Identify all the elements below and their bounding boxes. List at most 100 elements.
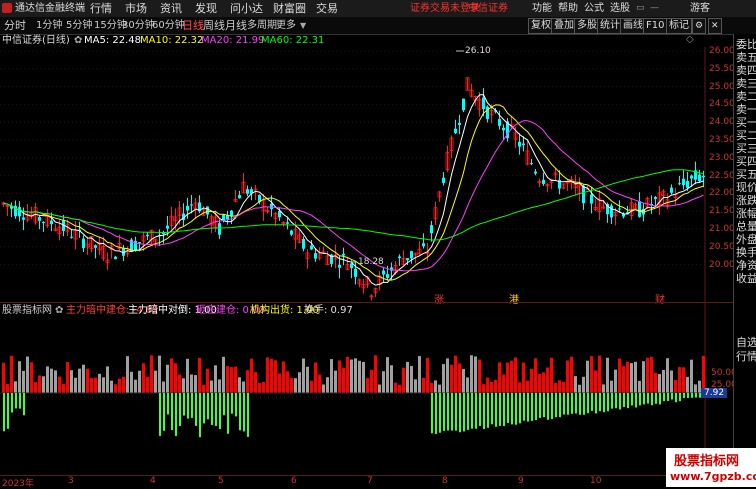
indicator-bar: [298, 372, 301, 393]
tab-period-60min[interactable]: 60分钟: [152, 18, 185, 33]
indicator-bar: [262, 381, 265, 393]
indicator-neg-bar: [651, 393, 653, 406]
indicator-bar: [222, 356, 225, 393]
minimize-icon[interactable]: ▭: [636, 1, 645, 16]
tab-period-monthly[interactable]: 月线: [225, 18, 247, 33]
indicator-bar: [202, 384, 205, 393]
indicator-hs: 换手: 0.97: [304, 305, 353, 316]
menu-function[interactable]: 功能: [532, 1, 552, 16]
indicator-neg-bar: [503, 393, 505, 427]
menu-item-discover[interactable]: 发现: [195, 1, 217, 16]
indicator-bar: [122, 376, 125, 393]
indicator-bar: [242, 381, 245, 393]
indicator-bar: [10, 355, 13, 393]
indicator-neg-bar: [223, 393, 225, 416]
toolbar-settings-icon[interactable]: ⚙: [692, 18, 707, 34]
indicator-settings-icon[interactable]: ✿: [55, 304, 63, 317]
indicator-neg-bar: [239, 393, 241, 431]
indicator-bar: [170, 358, 173, 393]
tab-period-5min[interactable]: 5分钟: [66, 18, 92, 33]
indicator-bar: [498, 362, 501, 393]
indicator-neg-bar: [539, 393, 541, 418]
stock-name: 中信证券(日线): [2, 35, 70, 46]
candle-body: [342, 253, 345, 256]
menu-help[interactable]: 帮助: [558, 1, 578, 16]
candle-body: [690, 175, 693, 179]
broker-name[interactable]: 中信证券: [468, 1, 508, 16]
indicator-bar: [646, 357, 649, 393]
ma-settings-icon[interactable]: ✿: [74, 34, 82, 47]
date-label: 10: [590, 476, 602, 486]
tab-period-30min[interactable]: 30分钟: [122, 18, 155, 33]
indicator-bar: [550, 357, 553, 393]
indicator-bar: [38, 375, 41, 393]
menu-formula[interactable]: 公式: [584, 1, 604, 16]
order-book-label: 买五: [736, 168, 756, 181]
indicator-neg-bar: [459, 393, 461, 433]
indicator-bar: [82, 364, 85, 393]
indicator-bar: [466, 377, 469, 393]
indicator-bar: [162, 381, 165, 393]
chart-maximize-icon[interactable]: ◇: [686, 33, 694, 46]
mark-button[interactable]: 标记: [666, 18, 692, 34]
indicator-neg-bar: [595, 393, 597, 414]
menu-item-market[interactable]: 市场: [125, 1, 147, 16]
indicator-neg-bar: [227, 393, 229, 434]
event-marker-finance[interactable]: 财: [655, 291, 665, 306]
tab-period-1min[interactable]: 1分钟: [36, 18, 62, 33]
guest-label[interactable]: 游客: [690, 1, 710, 16]
indicator-bar: [434, 380, 437, 393]
menu-item-wealth[interactable]: 财富圈: [273, 1, 306, 16]
f10-button[interactable]: F10: [643, 18, 668, 34]
indicator-neg-bar: [199, 393, 201, 438]
indicator-neg-bar: [507, 393, 509, 424]
indicator-bar: [90, 377, 93, 393]
indicator-bar: [606, 357, 609, 393]
menu-item-trade[interactable]: 交易: [316, 1, 338, 16]
indicator-bar: [338, 360, 341, 393]
indicator-bar: [678, 367, 681, 393]
toolbar-close-icon[interactable]: ✕: [708, 18, 722, 34]
indicator-bar: [686, 376, 689, 393]
indicator-neg-bar: [659, 393, 661, 405]
ma20-line: [3, 120, 704, 272]
side-tab[interactable]: 自选: [736, 336, 756, 349]
side-tab[interactable]: 行情: [736, 350, 756, 363]
price-axis-label: 20.50: [709, 241, 735, 252]
menu-select[interactable]: 选股: [610, 1, 630, 16]
indicator-bar: [530, 368, 533, 393]
candlestick-series: [1, 77, 705, 301]
candle-body: [42, 221, 45, 223]
indicator-neg-bar: [491, 393, 493, 425]
candle-body: [698, 174, 701, 182]
price-axis-label: 23.00: [709, 152, 735, 163]
tab-period-multi[interactable]: 多周期: [247, 18, 277, 33]
indicator-bar: [230, 366, 233, 393]
price-axis-label: 25.50: [709, 63, 735, 74]
indicator-neg-bar: [671, 393, 673, 400]
more-dropdown-icon[interactable]: ▼: [300, 18, 306, 33]
candle-body: [82, 238, 85, 249]
menu-item-quotes[interactable]: 行情: [90, 1, 112, 16]
ma5-label: MA5: 22.48: [84, 35, 142, 46]
high-price-label: 26.10: [465, 46, 491, 56]
order-book-label: 卖五: [736, 51, 756, 64]
indicator-bar: [50, 368, 53, 393]
candle-body: [218, 223, 221, 235]
menu-item-ask[interactable]: 问小达: [230, 1, 263, 16]
indicator-bar: [486, 377, 489, 393]
indicator-neg-bar: [183, 393, 185, 416]
indicator-neg-bar: [167, 393, 169, 415]
event-marker-limit-up[interactable]: 涨: [434, 291, 444, 306]
indicator-bar: [22, 370, 25, 393]
tab-period-more[interactable]: 更多: [276, 18, 296, 33]
indicator-bar: [470, 355, 473, 393]
ma-lines: [3, 94, 704, 286]
tab-period-daily[interactable]: 日线: [182, 18, 204, 33]
tab-period-intraday[interactable]: 分时: [4, 18, 26, 33]
indicator-name[interactable]: 股票指标网: [2, 304, 52, 317]
menu-item-news[interactable]: 资讯: [160, 1, 182, 16]
tab-period-weekly[interactable]: 周线: [203, 18, 225, 33]
event-marker-hk[interactable]: 港: [509, 291, 519, 306]
restore-icon[interactable]: —: [650, 1, 659, 16]
